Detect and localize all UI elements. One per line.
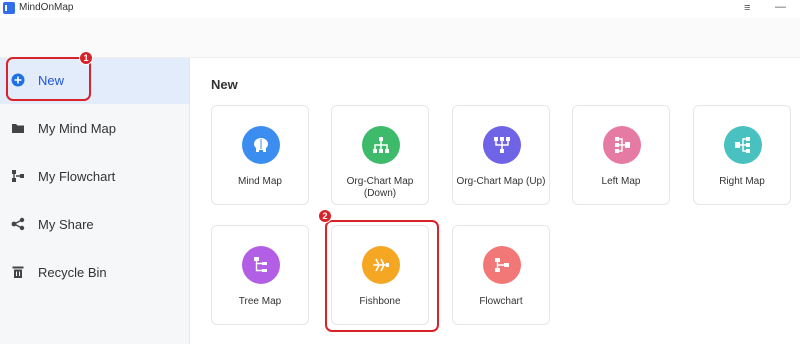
template-card-right-map[interactable]: Right Map: [693, 105, 791, 205]
highlight-box-step-1: [6, 57, 91, 101]
flowchart-icon: [483, 246, 521, 284]
app-logo-icon: [3, 2, 17, 14]
app-title: MindOnMap: [19, 2, 74, 13]
template-card-left-map[interactable]: Left Map: [572, 105, 670, 205]
left-map-icon: [603, 126, 641, 164]
template-card-org-chart-up[interactable]: Org-Chart Map (Up): [452, 105, 550, 205]
folder-icon: [12, 124, 24, 133]
sidebar-item-my-mind-map[interactable]: My Mind Map: [0, 106, 189, 152]
org-chart-up-icon: [483, 126, 521, 164]
top-header: [0, 18, 800, 58]
sidebar-item-my-flowchart[interactable]: My Flowchart: [0, 154, 189, 200]
share-icon: [11, 217, 25, 231]
step-badge-2: 2: [318, 209, 332, 223]
trash-icon: [12, 266, 24, 278]
template-label: Left Map: [601, 176, 641, 187]
template-label: Org-Chart Map (Up): [456, 176, 546, 187]
sidebar-item-label: My Share: [38, 217, 94, 232]
step-badge-1: 1: [79, 51, 93, 65]
sidebar-item-label: My Flowchart: [38, 169, 116, 184]
menu-icon[interactable]: ≡: [744, 2, 750, 14]
template-card-flowchart[interactable]: Flowchart: [452, 225, 550, 325]
template-card-org-chart-down[interactable]: Org-Chart Map (Down): [331, 105, 429, 205]
template-card-mind-map[interactable]: Mind Map: [211, 105, 309, 205]
template-card-tree-map[interactable]: Tree Map: [211, 225, 309, 325]
sidebar-item-recycle-bin[interactable]: Recycle Bin: [0, 250, 189, 296]
mindonmap-window: MindOnMap ≡ — New My Mind Map My Flowcha…: [0, 0, 800, 344]
flowchart-icon: [12, 170, 24, 182]
template-label: Tree Map: [238, 296, 282, 307]
highlight-box-step-2: [325, 220, 439, 332]
sidebar-item-label: Recycle Bin: [38, 265, 107, 280]
org-chart-down-icon: [362, 126, 400, 164]
template-label: Org-Chart Map (Down): [346, 176, 414, 199]
sidebar-item-my-share[interactable]: My Share: [0, 202, 189, 248]
minimize-icon[interactable]: —: [775, 1, 786, 13]
right-map-icon: [724, 126, 762, 164]
brain-icon: [242, 126, 280, 164]
tree-map-icon: [242, 246, 280, 284]
section-title: New: [211, 77, 238, 92]
sidebar-item-label: My Mind Map: [38, 121, 117, 136]
template-label: Flowchart: [479, 296, 523, 307]
template-label: Right Map: [719, 176, 765, 187]
title-bar: MindOnMap ≡ —: [0, 0, 800, 18]
template-label: Mind Map: [238, 176, 282, 187]
